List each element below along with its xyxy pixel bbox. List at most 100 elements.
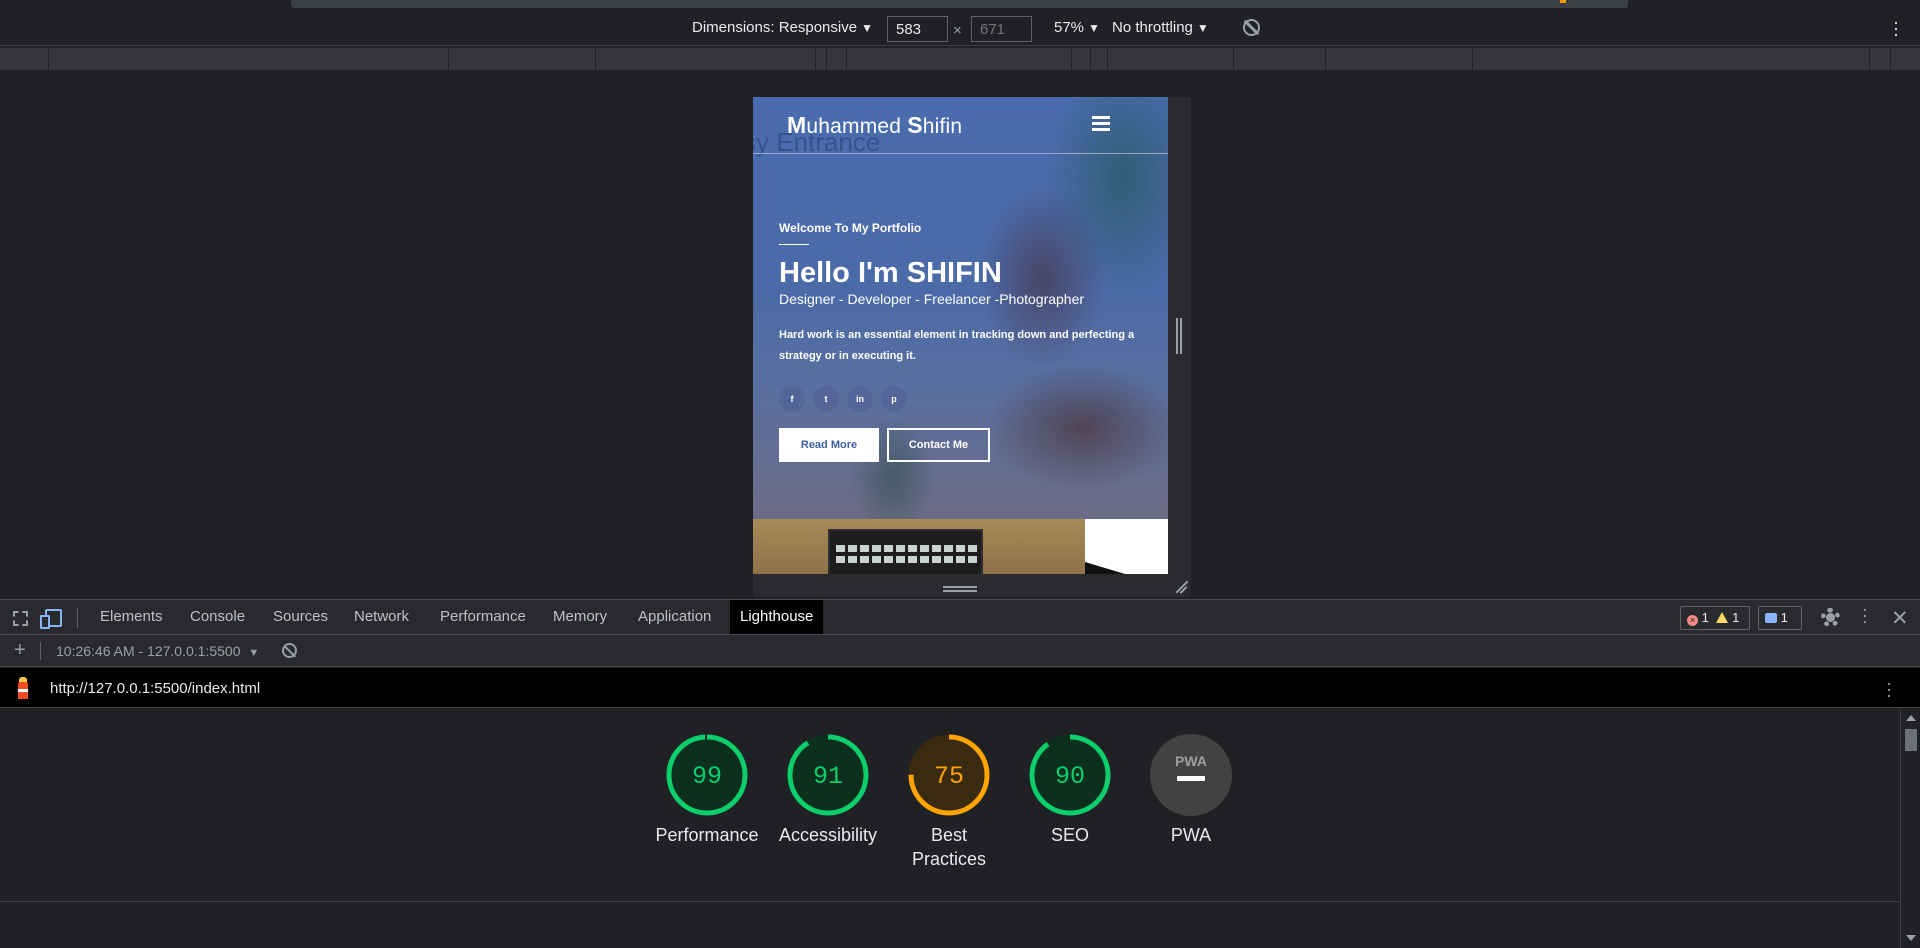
tab-sources[interactable]: Sources xyxy=(263,600,338,634)
warning-count: 1 xyxy=(1732,610,1740,625)
new-report-icon[interactable]: + xyxy=(14,639,26,662)
scroll-thumb[interactable] xyxy=(1905,729,1917,751)
warning-icon xyxy=(1716,612,1729,623)
caret-down-icon: ▼ xyxy=(861,21,873,35)
clear-reports-icon[interactable] xyxy=(282,643,297,658)
contact-me-button[interactable]: Contact Me xyxy=(887,428,990,462)
caret-down-icon: ▼ xyxy=(1196,21,1209,35)
gauge-ring: 99 xyxy=(666,734,748,816)
devtools-menu-icon[interactable]: · · · xyxy=(1862,600,1868,630)
report-url-bar: http://127.0.0.1:5500/index.html · · · xyxy=(0,668,1920,708)
zoom-label: 57% xyxy=(1054,19,1085,36)
hero-roles: Designer - Developer - Freelancer -Photo… xyxy=(779,291,1085,307)
caret-down-icon: ▼ xyxy=(248,647,260,659)
tab-network[interactable]: Network xyxy=(344,600,419,634)
next-section-preview xyxy=(753,519,1168,574)
tab-console[interactable]: Console xyxy=(180,600,255,634)
gauge-label: Best Practices xyxy=(911,825,987,869)
report-selector[interactable]: 10:26:46 AM - 127.0.0.1:5500 ▼ xyxy=(56,643,259,659)
report-scrollbar[interactable] xyxy=(1900,709,1920,948)
scroll-down-icon[interactable] xyxy=(1906,935,1916,941)
report-url[interactable]: http://127.0.0.1:5500/index.html xyxy=(50,680,260,697)
linkedin-icon[interactable]: in xyxy=(847,386,873,412)
error-count: 1 xyxy=(1701,610,1709,625)
score-gauge-seo[interactable]: 90 SEO xyxy=(1010,733,1130,847)
welcome-underline xyxy=(779,244,809,245)
twitter-icon[interactable]: t xyxy=(813,386,839,412)
inspect-element-icon[interactable] xyxy=(13,611,28,626)
lighthouse-toolbar: + 10:26:46 AM - 127.0.0.1:5500 ▼ xyxy=(0,635,1920,667)
gauge-label: SEO xyxy=(1050,825,1089,845)
hamburger-menu-icon[interactable] xyxy=(1092,116,1110,131)
indicator-dot xyxy=(1560,0,1566,3)
times-sign: × xyxy=(953,22,962,39)
lighthouse-report: 99 Performance 91 Accessibility 75 Best … xyxy=(0,709,1900,948)
report-selector-label: 10:26:46 AM - 127.0.0.1:5500 xyxy=(56,643,241,659)
width-input[interactable] xyxy=(887,16,948,42)
gauge-label: PWA xyxy=(1170,825,1212,845)
device-toolbar-toggle-icon[interactable] xyxy=(40,609,62,629)
resize-height-handle[interactable] xyxy=(943,586,977,592)
devtools-tab-bar: Elements Console Sources Network Perform… xyxy=(0,599,1920,635)
message-count: 1 xyxy=(1780,610,1788,625)
error-icon: × xyxy=(1687,615,1698,626)
tab-strip-bar xyxy=(291,0,1628,8)
hero-section: sy Entrance Muhammed Shifin Welcome To M… xyxy=(753,97,1168,519)
report-divider xyxy=(0,901,1900,902)
svg-text:75: 75 xyxy=(934,762,964,791)
tab-lighthouse[interactable]: Lighthouse xyxy=(730,600,824,634)
welcome-text: Welcome To My Portfolio xyxy=(779,221,922,235)
toolbar-separator xyxy=(40,642,41,660)
messages-badge[interactable]: 1 xyxy=(1758,606,1802,630)
score-gauge-performance[interactable]: 99 Performance xyxy=(647,733,767,847)
gauge-ring: 91 xyxy=(787,734,869,816)
gauge-label: Accessibility xyxy=(778,825,878,845)
pinterest-icon[interactable]: p xyxy=(881,386,907,412)
gauge-ring: 75 xyxy=(908,734,990,816)
resize-width-handle[interactable] xyxy=(1176,318,1182,354)
facebook-icon[interactable]: f xyxy=(779,386,805,412)
device-toolbar: Dimensions: Responsive▼ × 57%▼ No thrott… xyxy=(0,10,1920,46)
lighthouse-logo-icon xyxy=(16,677,30,699)
tab-application[interactable]: Application xyxy=(628,600,721,634)
svg-text:90: 90 xyxy=(1055,762,1085,791)
score-gauge-best-practices[interactable]: 75 Best Practices xyxy=(889,733,1009,871)
score-gauge-accessibility[interactable]: 91 Accessibility xyxy=(768,733,888,847)
dimensions-dropdown[interactable]: Dimensions: Responsive ▼ xyxy=(692,19,873,36)
white-panel xyxy=(1085,519,1168,574)
throttling-label: No throttling xyxy=(1112,19,1193,36)
gear-icon[interactable] xyxy=(1821,608,1840,627)
report-menu-icon[interactable]: · · · xyxy=(1886,674,1892,704)
tab-elements[interactable]: Elements xyxy=(90,600,173,634)
svg-text:91: 91 xyxy=(813,762,843,791)
hero-heading: Hello I'm SHIFIN xyxy=(779,257,1002,289)
laptop-photo xyxy=(753,519,1085,574)
zoom-dropdown[interactable]: 57% ▼ xyxy=(1054,19,1100,36)
pwa-badge-icon: PWA xyxy=(1150,734,1232,816)
close-icon[interactable]: ✕ xyxy=(1891,606,1909,631)
media-query-ruler[interactable] xyxy=(0,48,1920,70)
score-gauge-pwa[interactable]: PWA PWA xyxy=(1131,733,1251,847)
hero-description: Hard work is an essential element in tra… xyxy=(779,329,1135,362)
nav-divider xyxy=(753,153,1168,154)
errors-warnings-badge[interactable]: × 1 1 xyxy=(1680,606,1750,630)
height-input[interactable] xyxy=(971,16,1032,42)
tab-memory[interactable]: Memory xyxy=(543,600,617,634)
resize-corner-icon[interactable] xyxy=(1174,580,1188,594)
svg-text:99: 99 xyxy=(692,762,722,791)
scroll-up-icon[interactable] xyxy=(1906,715,1916,721)
dimensions-label: Dimensions: Responsive xyxy=(692,19,858,36)
throttling-dropdown[interactable]: No throttling ▼ xyxy=(1112,19,1209,36)
tab-performance[interactable]: Performance xyxy=(430,600,536,634)
read-more-button[interactable]: Read More xyxy=(779,428,879,462)
more-options-icon[interactable]: · · · xyxy=(1893,13,1899,43)
gauge-ring: 90 xyxy=(1029,734,1111,816)
emulated-viewport: sy Entrance Muhammed Shifin Welcome To M… xyxy=(753,97,1168,574)
svg-text:PWA: PWA xyxy=(1175,753,1207,769)
caret-down-icon: ▼ xyxy=(1088,21,1100,35)
site-brand[interactable]: Muhammed Shifin xyxy=(787,112,962,139)
rotate-icon[interactable] xyxy=(1243,19,1260,36)
gauge-label: Performance xyxy=(655,825,759,845)
toolbar-separator xyxy=(77,608,78,628)
browser-top-strip xyxy=(0,0,1920,10)
